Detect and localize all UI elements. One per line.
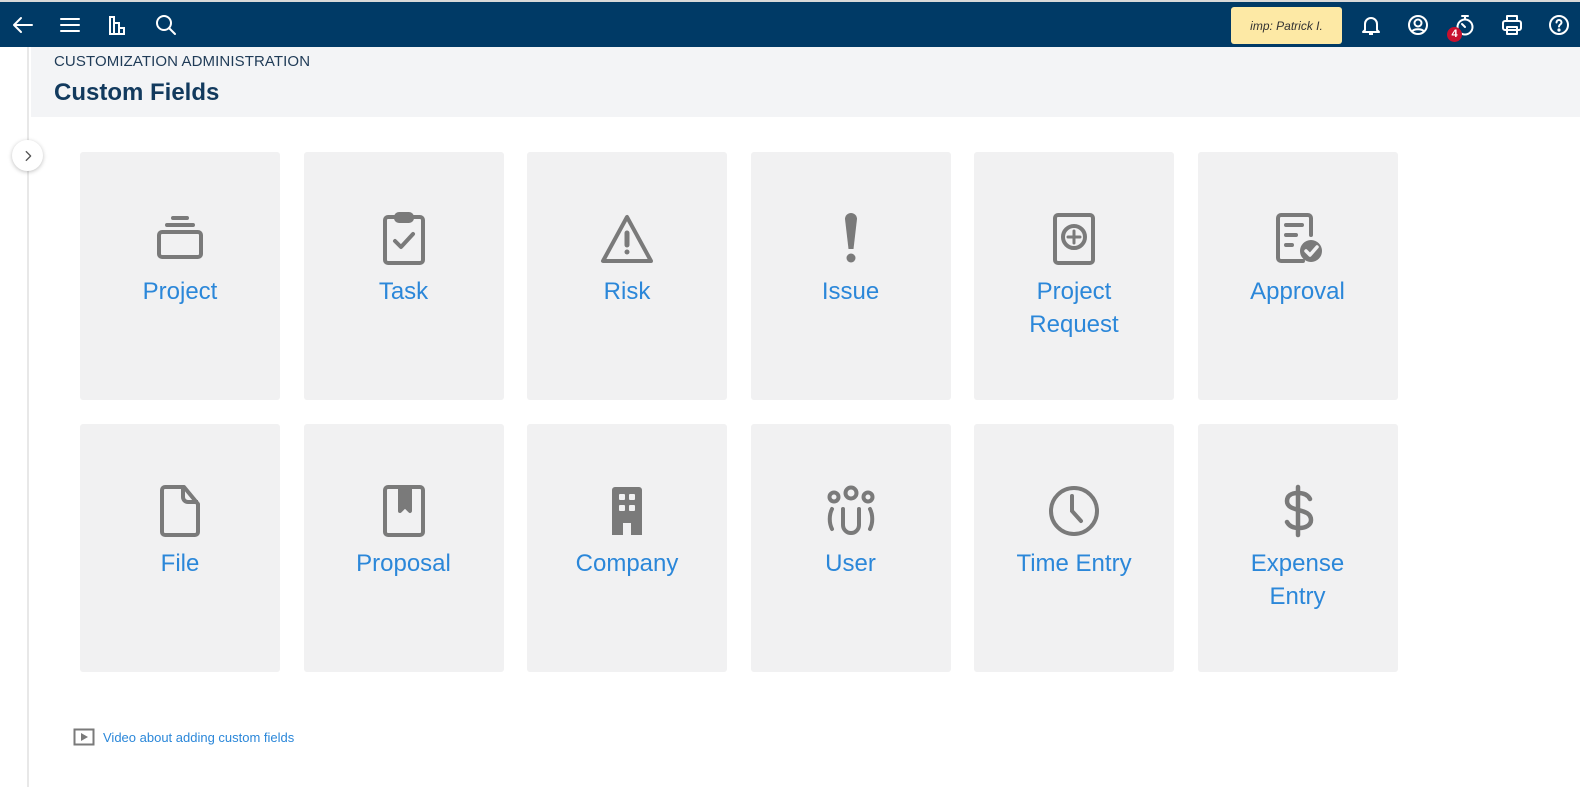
tile-user[interactable]: User [750,424,951,672]
tile-label: User [825,550,876,577]
tile-label: Project [142,278,218,305]
user-circle-icon[interactable] [1403,10,1433,40]
tile-label: Risk [603,278,651,305]
video-help-link[interactable]: Video about adding custom fields [73,727,294,747]
tile-label: File [160,550,200,577]
tile-project-request[interactable]: Project Request [974,152,1174,400]
tile-proposal[interactable]: Proposal [303,424,504,672]
notification-count-badge: 4 [1447,27,1462,42]
page-header: CUSTOMIZATION ADMINISTRATION Custom Fiel… [31,47,1580,117]
tile-company[interactable]: Company [527,424,727,672]
help-icon[interactable] [1544,10,1574,40]
tile-label: Task [378,278,429,305]
breadcrumb: CUSTOMIZATION ADMINISTRATION [54,53,311,70]
project-stack-icon [150,209,210,269]
tile-issue[interactable]: Issue [750,152,951,400]
printer-icon[interactable] [1497,10,1527,40]
chart-icon[interactable] [102,10,132,40]
top-navigation-bar: imp: Patrick I. 4 [0,0,1580,47]
menu-icon[interactable] [55,10,85,40]
tile-label: Approval [1250,278,1345,305]
tile-risk[interactable]: Risk [527,152,727,400]
tile-label: Company [575,550,679,577]
page-title: Custom Fields [54,79,220,106]
bookmark-book-icon [374,481,434,541]
custom-field-entity-grid: Project Task Risk Issue Project Request … [80,152,1398,672]
tile-label: Time Entry [1016,550,1132,577]
exclamation-icon [821,209,881,269]
bell-icon[interactable] [1356,10,1386,40]
expand-sidebar-button[interactable] [12,140,43,171]
warning-triangle-icon [597,209,657,269]
clock-icon [1044,481,1104,541]
file-icon [150,481,210,541]
impersonation-badge[interactable]: imp: Patrick I. [1231,7,1342,44]
back-arrow-icon[interactable] [8,10,38,40]
tile-file[interactable]: File [80,424,280,672]
video-play-icon [73,728,95,746]
tile-label: Expense Entry [1250,550,1345,610]
tile-label: Issue [821,278,880,305]
users-group-icon [821,481,881,541]
tile-label: Proposal [356,550,451,577]
tile-approval[interactable]: Approval [1197,152,1398,400]
request-plus-icon [1044,209,1104,269]
tile-time-entry[interactable]: Time Entry [974,424,1174,672]
clipboard-check-icon [374,209,434,269]
tile-label: Project Request [1029,278,1119,338]
tile-expense-entry[interactable]: Expense Entry [1197,424,1398,672]
tile-project[interactable]: Project [80,152,280,400]
chevron-right-icon [25,150,31,161]
document-check-icon [1268,209,1328,269]
search-icon[interactable] [151,10,181,40]
video-link-text[interactable]: Video about adding custom fields [103,730,294,745]
tile-task[interactable]: Task [303,152,504,400]
dollar-icon [1268,481,1328,541]
building-icon [597,481,657,541]
